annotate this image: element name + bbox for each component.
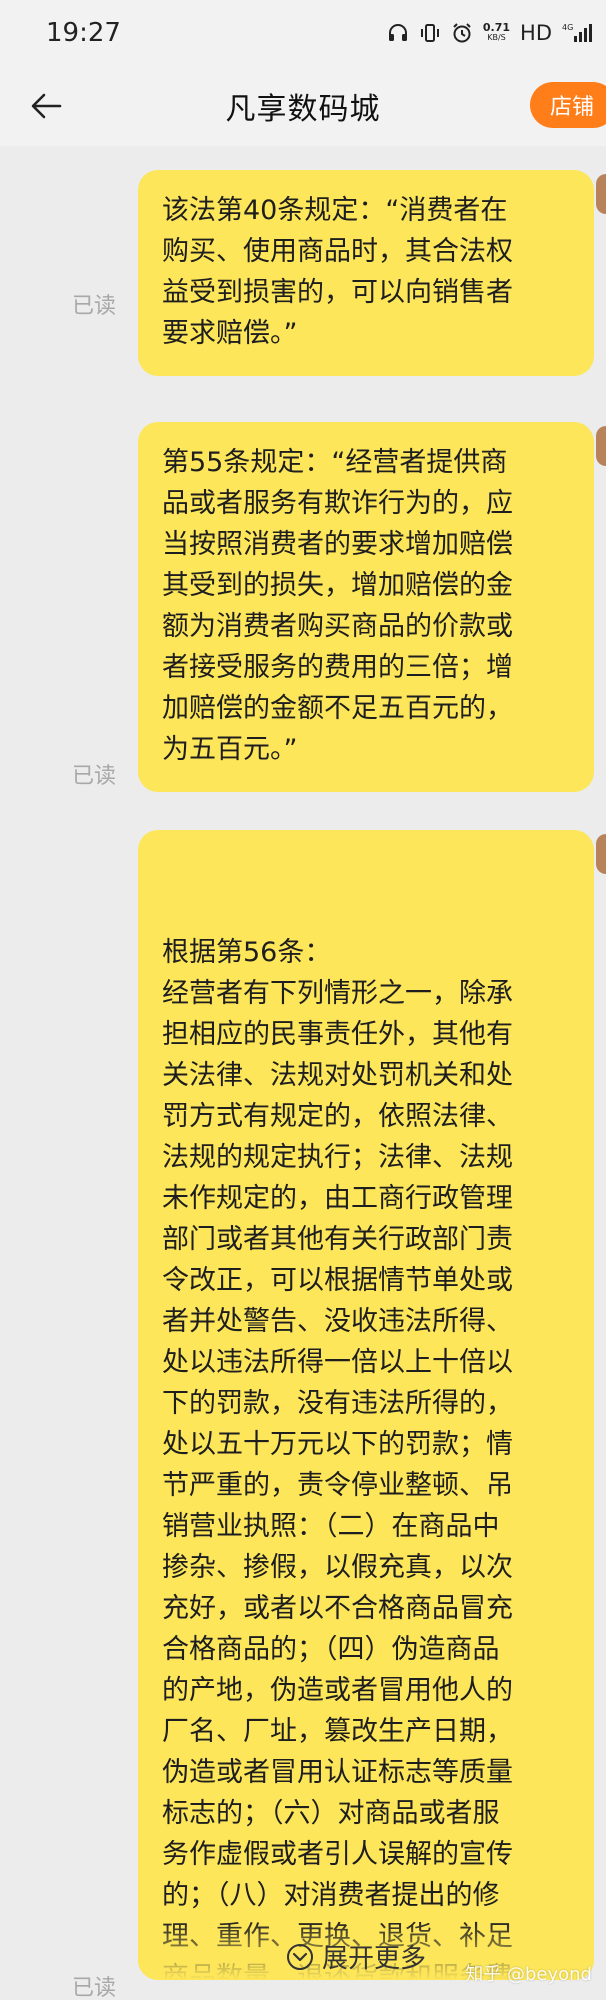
read-label: 已读 bbox=[72, 294, 117, 319]
avatar[interactable] bbox=[596, 834, 606, 874]
alarm-icon bbox=[451, 22, 473, 44]
headphones-icon bbox=[387, 22, 409, 44]
back-button[interactable] bbox=[26, 86, 66, 126]
network-speed-unit: KB/S bbox=[487, 33, 506, 42]
expand-more-label: 展开更多 bbox=[322, 1944, 427, 1974]
vibrate-icon bbox=[419, 22, 441, 44]
hd-indicator: HD bbox=[520, 21, 552, 45]
message-bubble[interactable]: 根据第56条： 经营者有下列情形之一，除承 担相应的民事责任外，其他有 关法律、… bbox=[138, 830, 594, 1980]
watermark: 知乎 @beyond bbox=[465, 1964, 592, 1985]
chat-messages: 已读 该法第40条规定：“消费者在 购买、使用商品时，其合法权 益受到损害的，可… bbox=[0, 146, 606, 2000]
read-label: 已读 bbox=[72, 764, 117, 789]
network-speed: 0.71 KB/S bbox=[482, 21, 511, 43]
message-bubble[interactable]: 第55条规定：“经营者提供商 品或者服务有欺诈行为的，应 当按照消费者的要求增加… bbox=[138, 422, 594, 792]
signal-icon: 4G bbox=[562, 22, 592, 44]
avatar[interactable] bbox=[596, 174, 606, 214]
svg-text:4G: 4G bbox=[562, 23, 573, 32]
avatar[interactable] bbox=[596, 426, 606, 466]
chat-header: 凡享数码城 店铺 bbox=[0, 66, 606, 146]
status-bar: 19:27 0.71 KB/S HD 4G bbox=[0, 0, 606, 66]
shop-button[interactable]: 店铺 bbox=[529, 82, 606, 128]
read-label: 已读 bbox=[72, 1976, 117, 2000]
page-title: 凡享数码城 bbox=[225, 92, 381, 127]
expand-more-button[interactable]: 展开更多 bbox=[286, 1938, 426, 1975]
message-text: 根据第56条： 经营者有下列情形之一，除承 担相应的民事责任外，其他有 关法律、… bbox=[162, 937, 513, 1980]
status-icons: 0.71 KB/S HD 4G bbox=[387, 21, 592, 45]
chevron-down-circle-icon bbox=[286, 1943, 314, 1971]
status-time: 19:27 bbox=[46, 18, 121, 48]
message-bubble[interactable]: 该法第40条规定：“消费者在 购买、使用商品时，其合法权 益受到损害的，可以向销… bbox=[138, 170, 594, 376]
network-speed-value: 0.71 bbox=[482, 21, 511, 34]
arrow-left-icon bbox=[30, 92, 62, 120]
